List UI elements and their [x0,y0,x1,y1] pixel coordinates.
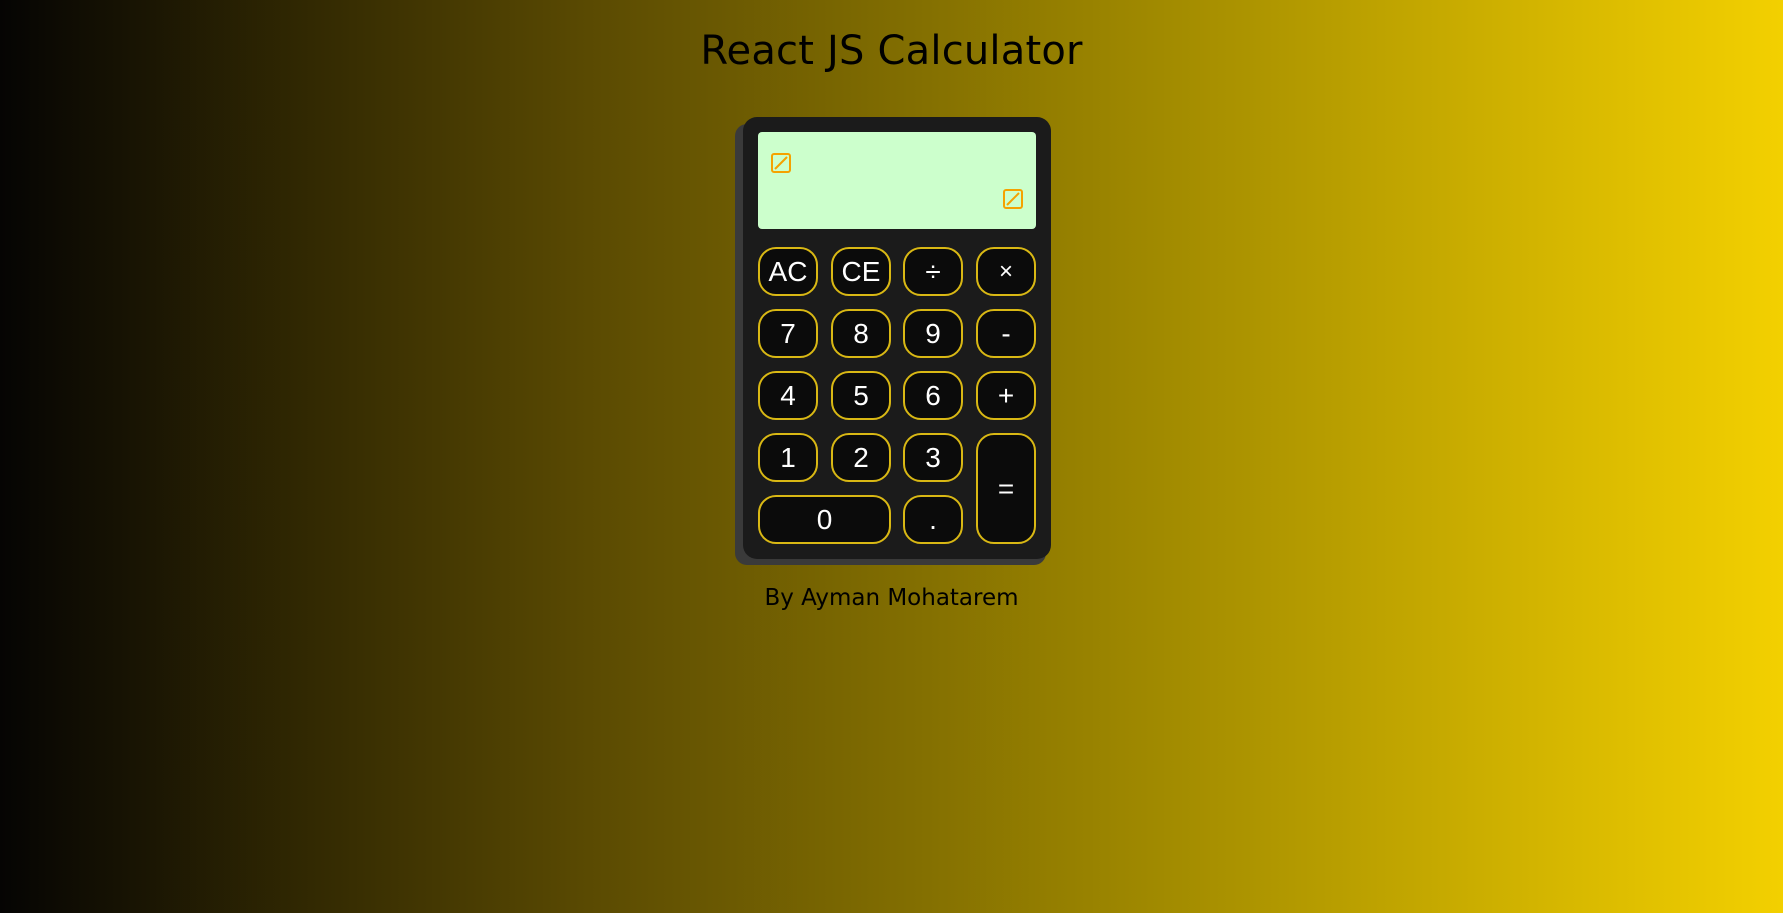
calculator-display [758,132,1036,229]
digit-0-button[interactable]: 0 [758,495,891,544]
broken-image-icon [1003,189,1023,209]
all-clear-button[interactable]: AC [758,247,818,296]
digit-5-button[interactable]: 5 [831,371,891,420]
digit-7-button[interactable]: 7 [758,309,818,358]
calculator: AC CE ÷ × 7 8 9 - 4 5 6 + 1 2 3 = 0 . [743,117,1051,559]
author-credit: By Ayman Mohatarem [764,585,1019,611]
digit-1-button[interactable]: 1 [758,433,818,482]
digit-6-button[interactable]: 6 [903,371,963,420]
subtract-button[interactable]: - [976,309,1036,358]
decimal-button[interactable]: . [903,495,963,544]
clear-entry-button[interactable]: CE [831,247,891,296]
digit-4-button[interactable]: 4 [758,371,818,420]
digit-9-button[interactable]: 9 [903,309,963,358]
digit-3-button[interactable]: 3 [903,433,963,482]
multiply-button[interactable]: × [976,247,1036,296]
divide-button[interactable]: ÷ [903,247,963,296]
add-button[interactable]: + [976,371,1036,420]
digit-8-button[interactable]: 8 [831,309,891,358]
keypad: AC CE ÷ × 7 8 9 - 4 5 6 + 1 2 3 = 0 . [758,247,1036,547]
digit-2-button[interactable]: 2 [831,433,891,482]
equals-button[interactable]: = [976,433,1036,544]
page-title: React JS Calculator [700,28,1083,74]
broken-image-icon [771,153,791,173]
